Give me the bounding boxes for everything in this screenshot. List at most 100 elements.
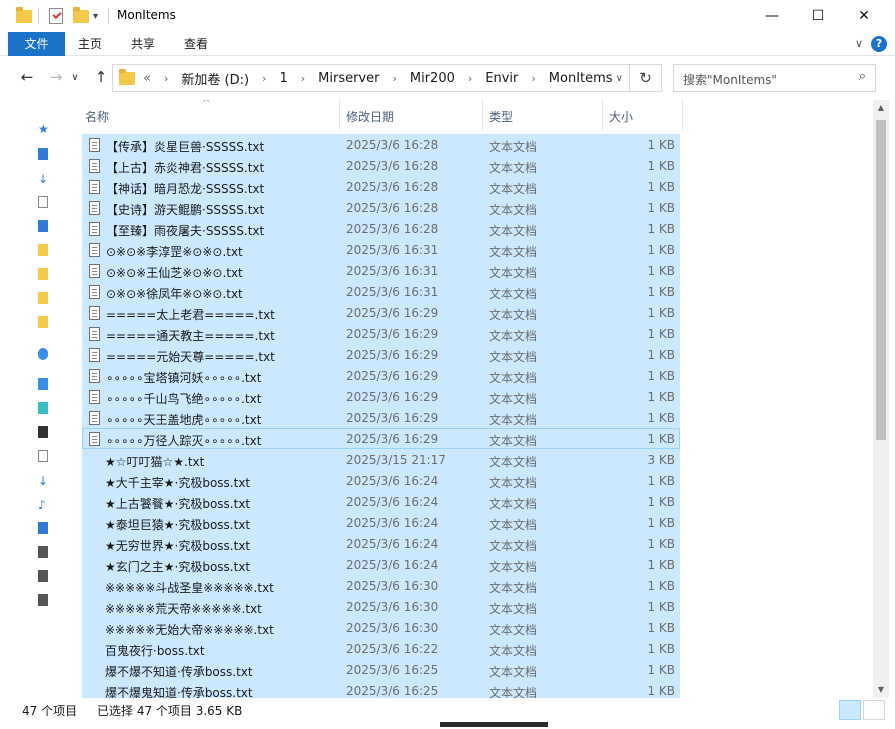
properties-icon[interactable] — [49, 6, 63, 26]
tab-view[interactable]: 查看 — [184, 32, 208, 56]
address-bar[interactable]: « › 新加卷 (D:) › 1 › Mirserver › Mir200 › … — [112, 64, 662, 92]
breadcrumb-mir200[interactable]: Mir200 — [410, 71, 455, 86]
forward-button[interactable]: → — [45, 66, 67, 88]
file-row[interactable]: =====通天教主=====.txt 2025/3/6 16:29 文本文档 1 KB — [82, 323, 680, 344]
file-row[interactable]: ※※※※※斗战圣皇※※※※※.txt 2025/3/6 16:30 文本文档 1 KB — [82, 575, 680, 596]
back-button[interactable]: ← — [16, 66, 38, 88]
file-type: 文本文档 — [489, 329, 538, 343]
file-date: 2025/3/6 16:30 — [346, 621, 439, 635]
file-row[interactable]: ⊙※⊙※李淳罡※⊙※⊙.txt 2025/3/6 16:31 文本文档 1 KB — [82, 239, 680, 260]
file-size: 1 KB — [647, 516, 675, 530]
file-row[interactable]: ★玄门之主★·究极boss.txt 2025/3/6 16:24 文本文档 1 KB — [82, 554, 680, 575]
drive-icon[interactable] — [38, 594, 48, 606]
search-box[interactable]: 搜索"MonItems" ⌕ — [673, 64, 876, 92]
address-dropdown-button[interactable]: ∨ — [616, 65, 623, 91]
file-row[interactable]: ∘∘∘∘∘万径人踪灭∘∘∘∘∘.txt 2025/3/6 16:29 文本文档 1 K… — [82, 428, 680, 449]
download-icon[interactable]: ↓ — [38, 474, 48, 488]
large-icons-view-button[interactable] — [863, 700, 885, 720]
new-folder-icon[interactable] — [73, 6, 89, 26]
scrollbar-thumb[interactable] — [876, 120, 886, 440]
document-icon[interactable] — [38, 450, 48, 462]
file-row[interactable]: ∘∘∘∘∘千山鸟飞绝∘∘∘∘∘.txt 2025/3/6 16:29 文本文档 1 K… — [82, 386, 680, 407]
file-row[interactable]: 爆不爆不知道·传承boss.txt 2025/3/6 16:25 文本文档 1 KB — [82, 659, 680, 680]
column-date[interactable]: 修改日期 — [346, 108, 394, 125]
onedrive-icon[interactable] — [38, 348, 48, 360]
scroll-down-icon[interactable]: ▼ — [873, 682, 889, 698]
file-row[interactable]: ★无穷世界★·究极boss.txt 2025/3/6 16:24 文本文档 1 KB — [82, 533, 680, 554]
file-size: 1 KB — [647, 642, 675, 656]
desktop-icon[interactable] — [38, 148, 48, 160]
quick-access-dropdown-icon[interactable]: ▾ — [93, 6, 98, 26]
expand-ribbon-icon[interactable]: ∨ — [855, 37, 863, 50]
this-pc-icon[interactable] — [38, 378, 48, 390]
videos-icon[interactable] — [38, 426, 48, 438]
file-row[interactable]: ∘∘∘∘∘宝塔镇河妖∘∘∘∘∘.txt 2025/3/6 16:29 文本文档 1 K… — [82, 365, 680, 386]
file-row[interactable]: ※※※※※荒天帝※※※※※.txt 2025/3/6 16:30 文本文档 1 KB — [82, 596, 680, 617]
breadcrumb-envir[interactable]: Envir — [485, 71, 518, 86]
file-row[interactable]: =====太上老君=====.txt 2025/3/6 16:29 文本文档 1 KB — [82, 302, 680, 323]
download-icon[interactable]: ↓ — [38, 172, 48, 186]
column-name[interactable]: 名称 — [85, 108, 109, 125]
details-view-button[interactable] — [839, 700, 861, 720]
file-row[interactable]: ★泰坦巨猿★·究极boss.txt 2025/3/6 16:24 文本文档 1 KB — [82, 512, 680, 533]
pictures-icon[interactable] — [38, 220, 48, 232]
folder-icon[interactable] — [38, 316, 48, 328]
file-date: 2025/3/6 16:31 — [346, 285, 439, 299]
file-row[interactable]: ★☆叮叮猫☆★.txt 2025/3/15 21:17 文本文档 3 KB — [82, 449, 680, 470]
column-divider[interactable] — [339, 100, 340, 130]
quick-access-star-icon[interactable]: ★ — [38, 122, 49, 136]
breadcrumb-folder-1[interactable]: 1 — [279, 71, 287, 86]
file-row[interactable]: ∘∘∘∘∘天王盖地虎∘∘∘∘∘.txt 2025/3/6 16:29 文本文档 1 K… — [82, 407, 680, 428]
file-type: 文本文档 — [489, 455, 538, 469]
folder-icon[interactable] — [38, 268, 48, 280]
maximize-button[interactable]: ☐ — [795, 0, 841, 32]
tab-share[interactable]: 共享 — [131, 32, 155, 56]
recent-locations-button[interactable]: ∨ — [68, 66, 82, 88]
chevron-right-icon: › — [262, 71, 267, 85]
file-row[interactable]: ★大千主宰★·究极boss.txt 2025/3/6 16:24 文本文档 1 KB — [82, 470, 680, 491]
file-row[interactable]: ⊙※⊙※徐凤年※⊙※⊙.txt 2025/3/6 16:31 文本文档 1 KB — [82, 281, 680, 302]
help-icon[interactable]: ? — [871, 36, 887, 52]
vertical-scrollbar[interactable]: ▲ ▼ — [873, 100, 889, 698]
file-row[interactable]: 【史诗】游天鲲鹏·SSSSS.txt 2025/3/6 16:28 文本文档 1 KB — [82, 197, 680, 218]
close-button[interactable]: ✕ — [841, 0, 887, 32]
drive-icon[interactable] — [38, 570, 48, 582]
music-icon[interactable]: ♪ — [38, 498, 48, 512]
3d-objects-icon[interactable] — [38, 402, 48, 414]
file-row[interactable]: =====元始天尊=====.txt 2025/3/6 16:29 文本文档 1 KB — [82, 344, 680, 365]
drive-icon[interactable] — [38, 546, 48, 558]
breadcrumb-mirserver[interactable]: Mirserver — [318, 71, 379, 86]
tab-file[interactable]: 文件 — [8, 32, 65, 56]
file-row[interactable]: 【上古】赤炎神君·SSSSS.txt 2025/3/6 16:28 文本文档 1 KB — [82, 155, 680, 176]
background-window-edge — [440, 722, 548, 727]
column-divider[interactable] — [682, 100, 683, 130]
file-row[interactable]: 百鬼夜行·boss.txt 2025/3/6 16:22 文本文档 1 KB — [82, 638, 680, 659]
breadcrumb-monitems[interactable]: MonItems — [549, 71, 613, 86]
breadcrumb-overflow[interactable]: « — [143, 71, 151, 86]
file-row[interactable]: 【神话】暗月恐龙·SSSSS.txt 2025/3/6 16:28 文本文档 1 KB — [82, 176, 680, 197]
column-divider[interactable] — [602, 100, 603, 130]
search-input[interactable]: 搜索"MonItems" — [683, 71, 777, 88]
file-row[interactable]: ★上古饕餮★·究极boss.txt 2025/3/6 16:24 文本文档 1 KB — [82, 491, 680, 512]
minimize-button[interactable]: — — [749, 0, 795, 32]
file-row[interactable]: 爆不爆鬼知道·传承boss.txt 2025/3/6 16:25 文本文档 1 KB — [82, 680, 680, 698]
refresh-button[interactable]: ↻ — [629, 65, 661, 91]
scroll-up-icon[interactable]: ▲ — [873, 100, 889, 116]
breadcrumb-drive[interactable]: 新加卷 (D:) — [181, 69, 249, 88]
file-row[interactable]: ※※※※※无始大帝※※※※※.txt 2025/3/6 16:30 文本文档 1 KB — [82, 617, 680, 638]
folder-icon[interactable] — [38, 292, 48, 304]
tab-home[interactable]: 主页 — [78, 32, 102, 56]
desktop-icon[interactable] — [38, 522, 48, 534]
file-name: ※※※※※荒天帝※※※※※.txt — [105, 602, 262, 616]
column-type[interactable]: 类型 — [489, 108, 513, 125]
up-button[interactable]: ↑ — [90, 66, 112, 88]
folder-icon[interactable] — [38, 244, 48, 256]
file-date: 2025/3/6 16:24 — [346, 495, 439, 509]
column-divider[interactable] — [482, 100, 483, 130]
file-date: 2025/3/6 16:24 — [346, 537, 439, 551]
document-icon[interactable] — [38, 196, 48, 208]
column-size[interactable]: 大小 — [609, 108, 633, 125]
file-row[interactable]: 【传承】炎星巨兽·SSSSS.txt 2025/3/6 16:28 文本文档 1 KB — [82, 134, 680, 155]
file-row[interactable]: 【至臻】雨夜屠夫·SSSSS.txt 2025/3/6 16:28 文本文档 1 KB — [82, 218, 680, 239]
file-row[interactable]: ⊙※⊙※王仙芝※⊙※⊙.txt 2025/3/6 16:31 文本文档 1 KB — [82, 260, 680, 281]
